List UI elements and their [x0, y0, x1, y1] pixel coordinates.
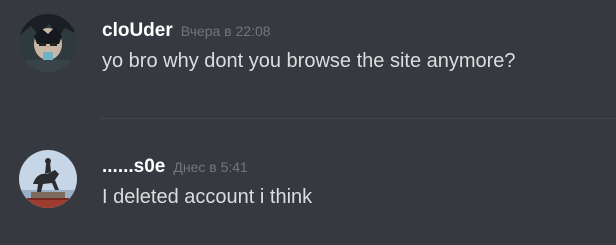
message-header: cloUder Вчера в 22:08 — [102, 20, 271, 42]
username[interactable]: cloUder — [102, 20, 173, 41]
timestamp[interactable]: Вчера в 22:08 — [181, 23, 271, 39]
equestrian-statue-avatar-icon — [19, 150, 77, 208]
anime-character-avatar-icon — [19, 14, 77, 72]
message-item: cloUder Вчера в 22:08 yo bro why dont you… — [0, 0, 616, 118]
message-divider — [100, 118, 616, 119]
message-item: ......s0e Днес в 5:41 I deleted account i… — [0, 120, 616, 245]
timestamp[interactable]: Днес в 5:41 — [173, 159, 247, 175]
message-header: ......s0e Днес в 5:41 — [102, 156, 248, 178]
username[interactable]: ......s0e — [102, 156, 165, 177]
avatar[interactable] — [19, 14, 77, 72]
message-content: I deleted account i think — [102, 186, 313, 208]
message-content: yo bro why dont you browse the site anym… — [102, 50, 516, 72]
avatar[interactable] — [19, 150, 77, 208]
